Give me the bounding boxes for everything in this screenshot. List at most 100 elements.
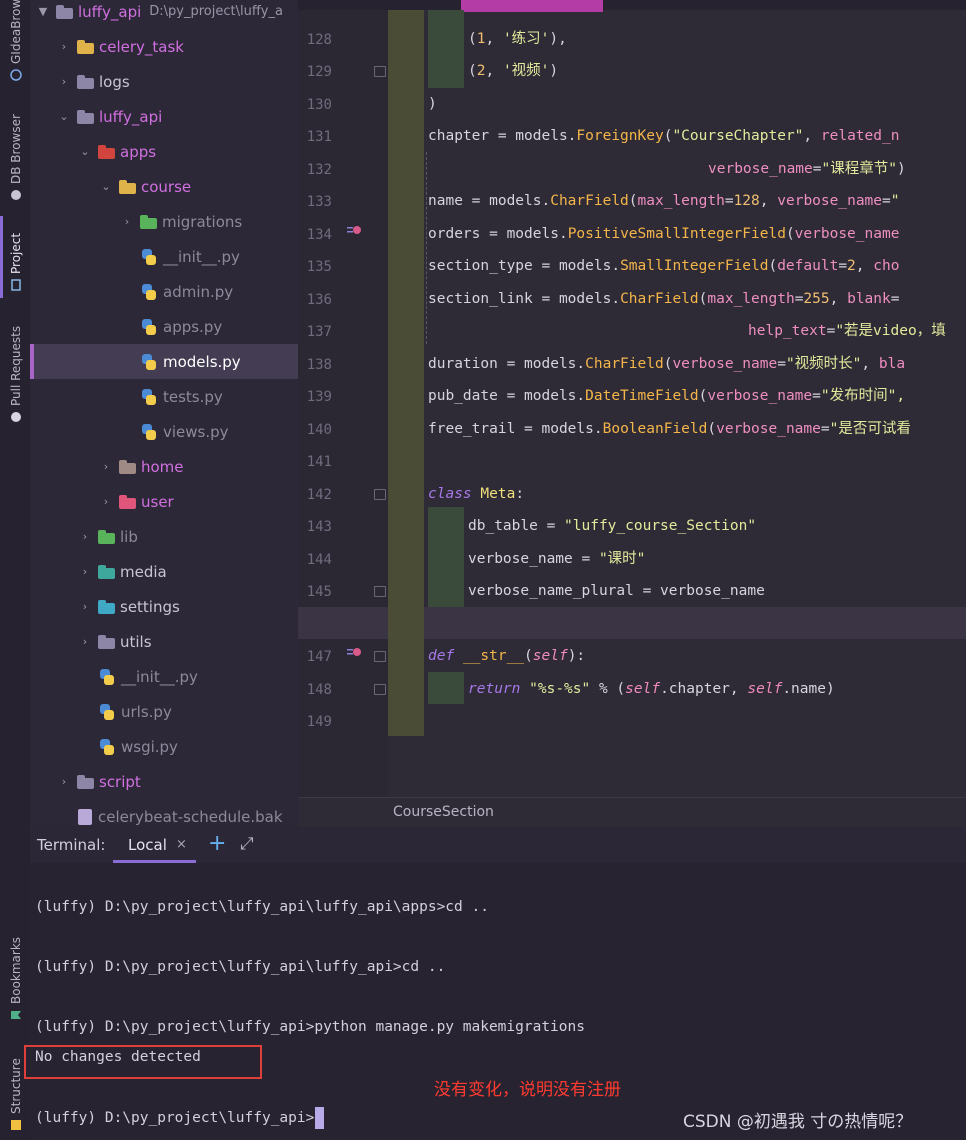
code-line-132: verbose_name="课程章节") [708,161,906,177]
tool-tab-label: Project [9,232,23,274]
editor-tab-bar [298,0,966,10]
fold-marker-icon[interactable] [374,489,386,500]
tree-item-celerybeat-schedule[interactable]: celerybeat-schedule.bak [30,799,298,826]
tool-tab-label: Bookmarks [9,936,23,1004]
tool-tab-db-browser[interactable]: DB Browser [5,108,27,200]
tree-label: admin.py [163,282,234,301]
chevron-right-icon[interactable]: › [78,635,92,649]
tree-item-urls-py[interactable]: urls.py [30,694,298,729]
tree-item-init-py[interactable]: __init__.py [30,239,298,274]
line-number: 136 [306,292,332,308]
chevron-right-icon[interactable]: › [99,495,113,509]
migrations-folder-icon [140,214,158,229]
tree-label: settings [120,597,180,616]
tree-label: apps [120,142,157,161]
line-number: 149 [306,714,332,730]
tree-label: luffy_api [99,107,163,126]
tree-item-logs[interactable]: › logs [30,64,298,99]
tree-item-views-py[interactable]: views.py [30,414,298,449]
code-editor[interactable]: 128 129 130 131 132 133 134 135 136 137 … [298,0,966,797]
tool-tab-bookmarks[interactable]: Bookmarks [5,928,27,1020]
line-number: 137 [306,324,332,340]
tool-tab-label: Structure [9,1058,23,1114]
add-terminal-icon[interactable]: + [208,831,226,856]
terminal-prompt-line[interactable]: (luffy) D:\py_project\luffy_api> [35,1107,325,1129]
folder-icon [119,179,137,194]
alignment-guide [426,152,428,344]
tool-tab-gideabrowser[interactable]: GIdeaBrowser [5,0,27,81]
tree-item-migrations[interactable]: › migrations [30,204,298,239]
home-folder-icon [119,459,137,474]
indent-guide [428,507,464,607]
python-file-icon [141,353,157,370]
line-number: 133 [306,194,332,210]
expand-icon[interactable]: ⤢ [240,834,254,854]
chevron-right-icon[interactable]: › [120,215,134,229]
tool-tab-pull-requests[interactable]: Pull Requests [5,316,27,422]
fold-marker-icon[interactable] [374,651,386,662]
code-line-148: return "%s-%s" % (self.chapter, self.nam… [468,681,835,697]
indent-guide [388,10,424,736]
chevron-right-icon[interactable]: › [78,530,92,544]
tree-item-init-py-root[interactable]: __init__.py [30,659,298,694]
line-number: 132 [306,162,332,178]
code-line-134: orders = models.PositiveSmallIntegerFiel… [428,226,900,242]
tree-item-home[interactable]: › home [30,449,298,484]
chevron-right-icon[interactable]: › [99,460,113,474]
tree-item-wsgi-py[interactable]: wsgi.py [30,729,298,764]
tree-item-media[interactable]: › media [30,554,298,589]
tree-root-luffy-api[interactable]: ▼ luffy_api D:\py_project\luffy_a [30,0,298,29]
editor-breadcrumb[interactable]: CourseSection [298,797,966,828]
tree-label: media [120,562,167,581]
python-file-icon [141,423,157,440]
override-marker-icon[interactable] [346,646,362,663]
tree-item-apps[interactable]: ⌄ apps [30,134,298,169]
fold-marker-icon[interactable] [374,66,386,77]
line-number: 144 [306,552,332,568]
fold-marker-icon[interactable] [374,684,386,695]
chevron-right-icon[interactable]: › [57,775,71,789]
tree-item-script[interactable]: › script [30,764,298,799]
chevron-down-icon[interactable]: ⌄ [99,180,113,194]
override-marker-icon[interactable] [346,224,362,241]
chevron-right-icon[interactable]: › [57,75,71,89]
user-folder-icon [119,494,137,509]
line-number: 138 [306,357,332,373]
breadcrumb-item[interactable]: CourseSection [393,804,494,820]
chevron-right-icon[interactable]: › [78,565,92,579]
tree-label: views.py [163,422,229,441]
fold-marker-icon[interactable] [374,586,386,597]
chevron-down-icon[interactable]: ⌄ [78,145,92,159]
tree-item-utils[interactable]: › utils [30,624,298,659]
tree-item-user[interactable]: › user [30,484,298,519]
tree-item-apps-py[interactable]: apps.py [30,309,298,344]
tree-item-lib[interactable]: › lib [30,519,298,554]
gidea-browser-icon [10,68,22,81]
tree-label: models.py [163,352,241,371]
chevron-down-icon[interactable]: ▼ [36,5,50,19]
code-line-131: chapter = models.ForeignKey("CourseChapt… [428,128,900,144]
tree-item-course[interactable]: ⌄ course [30,169,298,204]
tool-tab-project[interactable]: Project [5,222,27,291]
tree-item-models-py[interactable]: models.py [30,344,298,379]
chevron-down-icon[interactable]: ⌄ [57,110,71,124]
close-icon[interactable]: × [176,837,187,852]
line-number: 134 [306,227,332,243]
chevron-right-icon[interactable]: › [78,600,92,614]
tree-item-luffy-api[interactable]: ⌄ luffy_api [30,99,298,134]
python-file-icon [141,318,157,335]
line-number: 145 [306,584,332,600]
terminal-tab-local[interactable]: Local × [113,827,196,863]
project-tree: ▼ luffy_api D:\py_project\luffy_a › cele… [30,0,298,826]
tree-item-settings[interactable]: › settings [30,589,298,624]
chevron-right-icon[interactable]: › [57,40,71,54]
line-number: 130 [306,97,332,113]
tree-item-celery-task[interactable]: › celery_task [30,29,298,64]
terminal-panel[interactable]: Terminal: Local × + ⤢ (luffy) D:\py_proj… [24,827,966,1140]
tree-item-tests-py[interactable]: tests.py [30,379,298,414]
line-number: 139 [306,389,332,405]
tree-item-admin-py[interactable]: admin.py [30,274,298,309]
tree-label: home [141,457,184,476]
tree-label: __init__.py [163,247,240,266]
tree-root-path: D:\py_project\luffy_a [149,4,283,19]
